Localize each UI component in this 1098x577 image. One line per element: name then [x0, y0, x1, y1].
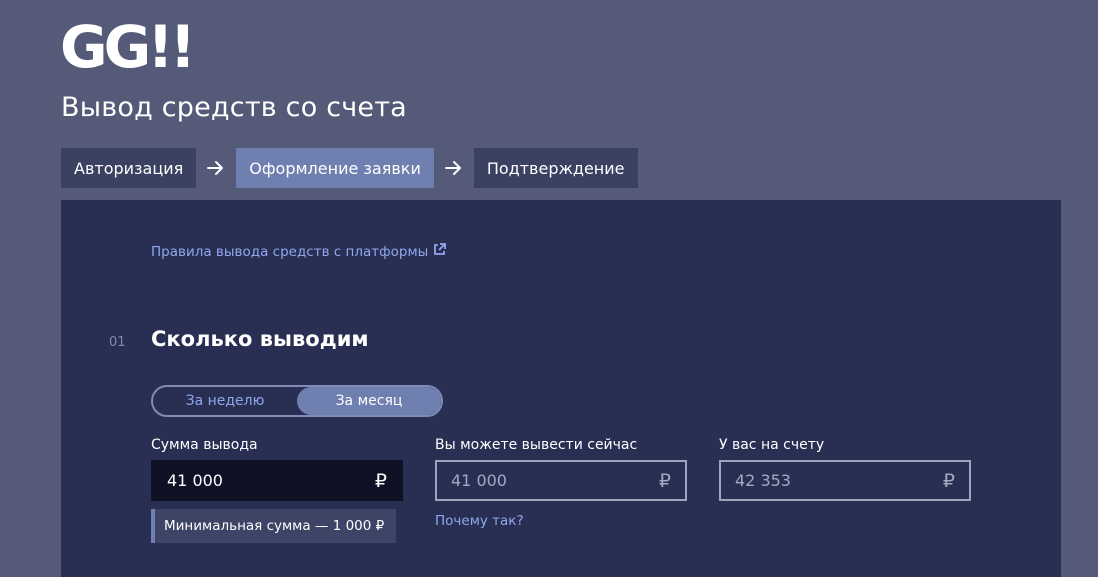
available-field: 41 000 ₽	[435, 460, 687, 501]
ruble-icon: ₽	[374, 469, 387, 492]
period-toggle: За неделю За месяц	[151, 385, 443, 417]
section-number: 01	[109, 335, 126, 350]
step-application[interactable]: Оформление заявки	[236, 148, 434, 188]
balance-label: У вас на счету	[719, 437, 825, 453]
stepper: Авторизация Оформление заявки Подтвержде…	[61, 148, 638, 188]
amount-label: Сумма вывода	[151, 437, 258, 453]
min-amount-hint: Минимальная сумма — 1 000 ₽	[151, 509, 397, 543]
page-title: Вывод средств со счета	[61, 92, 407, 123]
ruble-icon: ₽	[658, 469, 671, 492]
step-authorization[interactable]: Авторизация	[61, 148, 197, 188]
section-title: Сколько выводим	[151, 327, 369, 351]
withdrawal-rules-label: Правила вывода средств с платформы	[151, 243, 429, 260]
amount-input[interactable]	[167, 471, 327, 490]
toggle-week[interactable]: За неделю	[153, 387, 297, 415]
toggle-month[interactable]: За месяц	[297, 387, 441, 415]
available-label: Вы можете вывести сейчас	[435, 437, 638, 453]
why-link[interactable]: Почему так?	[435, 513, 524, 529]
arrow-right-icon	[434, 148, 474, 188]
external-link-icon	[433, 243, 447, 260]
balance-field: 42 353 ₽	[719, 460, 971, 501]
withdrawal-panel: Правила вывода средств с платформы 01 Ск…	[61, 200, 1061, 577]
available-value: 41 000	[451, 471, 507, 490]
step-confirmation[interactable]: Подтверждение	[473, 148, 638, 188]
logo[interactable]: GG!!	[60, 18, 196, 76]
arrow-right-icon	[196, 148, 236, 188]
amount-field[interactable]: ₽	[151, 460, 403, 501]
balance-value: 42 353	[735, 471, 791, 490]
withdrawal-rules-link[interactable]: Правила вывода средств с платформы	[151, 243, 447, 260]
ruble-icon: ₽	[942, 469, 955, 492]
page: GG!! Вывод средств со счета Авторизация …	[0, 0, 1098, 577]
